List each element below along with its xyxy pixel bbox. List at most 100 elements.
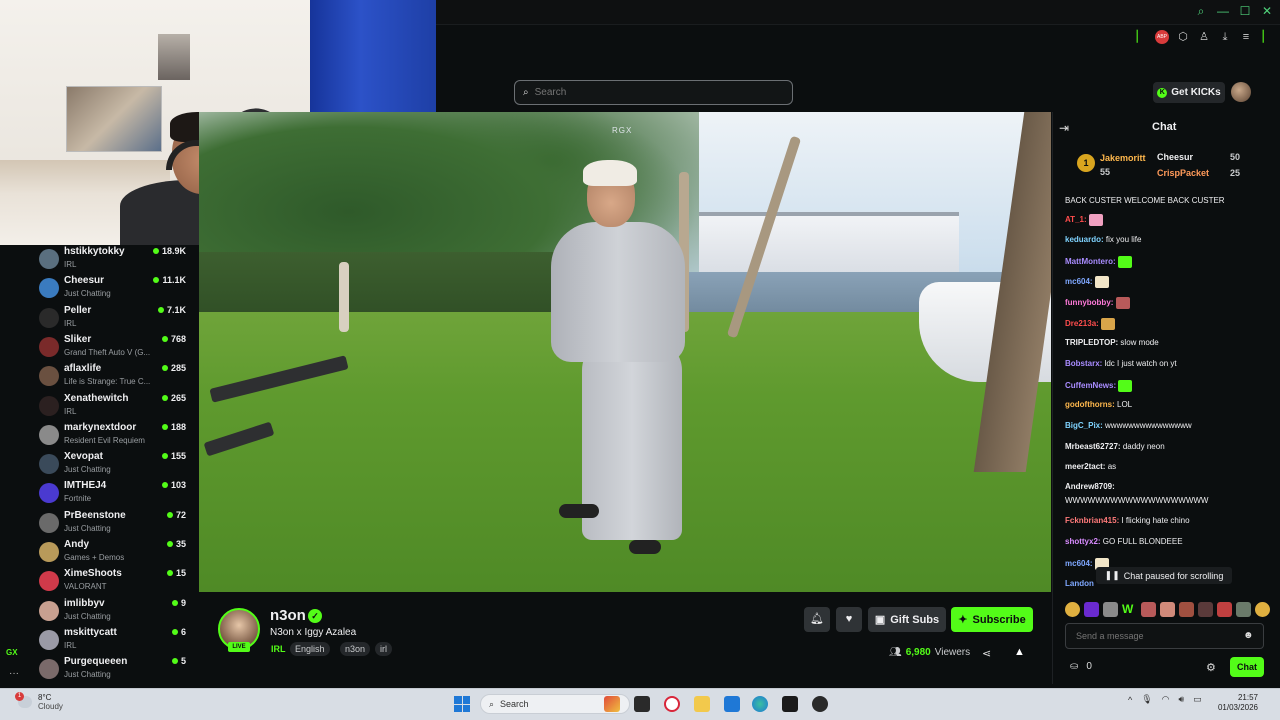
adblock-icon[interactable]: ABP	[1155, 30, 1169, 44]
volume-icon[interactable]: 🔊︎	[1179, 694, 1185, 705]
emote-icon[interactable]	[1198, 601, 1213, 617]
edge-icon[interactable]	[752, 696, 768, 712]
chat-username[interactable]: mc604:	[1065, 277, 1093, 286]
chat-username[interactable]: shottyx2:	[1065, 537, 1101, 546]
chat-message[interactable]: BACK CUSTER WELCOME BACK CUSTER	[1065, 196, 1270, 205]
chat-message-input[interactable]	[1076, 631, 1236, 641]
leaderboard-name[interactable]: CrispPacket	[1157, 168, 1209, 178]
chat-settings-icon[interactable]: ⚙	[1206, 661, 1216, 674]
task-view-icon[interactable]	[634, 696, 650, 712]
report-icon[interactable]: ▲	[1014, 646, 1025, 658]
get-kicks-button[interactable]: K Get KICKs	[1153, 82, 1225, 103]
chat-message[interactable]: mc604:	[1065, 276, 1270, 288]
minimize-icon[interactable]: —	[1216, 4, 1230, 18]
more-icon[interactable]: ···	[9, 668, 19, 679]
chat-username[interactable]: mc604:	[1065, 559, 1093, 568]
chat-username[interactable]: Mrbeast62727:	[1065, 442, 1121, 451]
profile-icon[interactable]: ♙	[1197, 30, 1211, 44]
search-bar[interactable]: ⌕	[514, 80, 793, 105]
chat-username[interactable]: AT_1:	[1065, 215, 1087, 224]
chat-message[interactable]: Mrbeast62727: daddy neon	[1065, 442, 1270, 451]
sidebar-channel[interactable]: IMTHEJ4 Fortnite 103	[30, 479, 199, 508]
sidebar-channel[interactable]: aflaxlife Life is Strange: True C... 285	[30, 362, 199, 391]
chat-message[interactable]: BigC_Pix: wwwwwwwwwwwwwww	[1065, 421, 1270, 430]
chat-username[interactable]: keduardo:	[1065, 235, 1104, 244]
user-avatar[interactable]	[1231, 82, 1251, 102]
chat-message[interactable]: MattMontero:	[1065, 256, 1270, 268]
emote-icon[interactable]	[1065, 601, 1080, 617]
puzzle-icon[interactable]: ⬡	[1176, 30, 1190, 44]
chat-message[interactable]: CuffemNews:	[1065, 380, 1270, 392]
maximize-icon[interactable]: ☐	[1238, 4, 1252, 18]
video-player[interactable]	[199, 112, 1051, 592]
chat-message[interactable]: keduardo: fix you life	[1065, 235, 1270, 244]
clock[interactable]: 21:57 01/03/2026	[1214, 693, 1258, 713]
chat-message[interactable]: Fcknbrian415: I flicking hate chino	[1065, 516, 1270, 525]
follow-button[interactable]: ♥	[836, 607, 862, 632]
chat-message[interactable]: AT_1:	[1065, 214, 1270, 226]
stream-category[interactable]: IRL	[271, 644, 286, 654]
chat-paused-banner[interactable]: ❚❚ Chat paused for scrolling	[1096, 567, 1232, 584]
chat-input-box[interactable]	[1065, 623, 1264, 649]
chat-message[interactable]: Bobstarx: ldc I just watch on yt	[1065, 359, 1270, 368]
wifi-icon[interactable]: ◠	[1162, 694, 1170, 705]
chat-username[interactable]: Andrew8709:	[1065, 482, 1115, 491]
search-input[interactable]	[534, 87, 765, 98]
stream-tag[interactable]: irl	[375, 642, 392, 656]
chat-message[interactable]: funnybobby:	[1065, 297, 1270, 309]
chat-message[interactable]: TRIPLEDTOP: slow mode	[1065, 338, 1270, 347]
chat-username[interactable]: Fcknbrian415:	[1065, 516, 1119, 525]
sidebar-channel[interactable]: Xevopat Just Chatting 155	[30, 450, 199, 479]
emote-icon[interactable]	[1179, 601, 1194, 617]
leaderboard-name[interactable]: Jakemoritt	[1100, 153, 1146, 163]
sidebar-channel[interactable]: PrBeenstone Just Chatting 72	[30, 509, 199, 538]
emote-icon[interactable]	[1236, 601, 1251, 617]
sidebar-channel[interactable]: Peller IRL 7.1K	[30, 304, 199, 333]
file-explorer-icon[interactable]	[694, 696, 710, 712]
sidebar-channel[interactable]: Purgequeeen Just Chatting 5	[30, 655, 199, 684]
battery-icon[interactable]: ▭	[1193, 694, 1202, 705]
store-icon[interactable]	[724, 696, 740, 712]
gift-subs-button[interactable]: ▣ Gift Subs	[868, 607, 946, 632]
chat-username[interactable]: BigC_Pix:	[1065, 421, 1103, 430]
channel-points[interactable]: ⛀ 0	[1070, 661, 1092, 672]
opera-gx-icon[interactable]	[664, 696, 680, 712]
collapse-chat-icon[interactable]: ⇥	[1059, 121, 1069, 135]
emote-icon[interactable]	[1255, 601, 1270, 617]
emote-icon[interactable]	[1141, 601, 1156, 617]
terminal-icon[interactable]	[782, 696, 798, 712]
chat-username[interactable]: godofthorns:	[1065, 400, 1115, 409]
leaderboard-name[interactable]: Cheesur	[1157, 152, 1193, 162]
sidebar-channel[interactable]: mskittycatt IRL 6	[30, 626, 199, 655]
chat-message[interactable]: WWWWWWWWWWWWWWWWWWW	[1065, 496, 1270, 505]
chat-username[interactable]: Landon	[1065, 579, 1094, 588]
sidebar-edge-icon[interactable]: ▏	[1260, 30, 1274, 44]
pinned-app-icon[interactable]	[604, 696, 620, 712]
emote-icon[interactable]: W	[1122, 602, 1137, 617]
emote-icon[interactable]	[1103, 601, 1118, 617]
download-icon[interactable]: ⤓	[1218, 30, 1232, 44]
app-icon[interactable]	[812, 696, 828, 712]
emote-icon[interactable]	[1160, 601, 1175, 617]
chat-username[interactable]: Dre213a:	[1065, 319, 1099, 328]
chat-send-button[interactable]: Chat	[1230, 657, 1264, 677]
chat-message[interactable]: Andrew8709:	[1065, 482, 1270, 491]
microphone-icon[interactable]: 🎙︎	[1141, 694, 1152, 705]
emote-icon[interactable]	[1217, 601, 1232, 617]
menu-icon[interactable]: ≡	[1239, 30, 1253, 44]
chat-message[interactable]: meer2tact: as	[1065, 462, 1270, 471]
close-icon[interactable]: ✕	[1260, 4, 1274, 18]
share-icon[interactable]: ⋖	[982, 647, 991, 660]
streamer-name[interactable]: n3on	[270, 607, 306, 624]
sidebar-channel[interactable]: Cheesur Just Chatting 11.1K	[30, 274, 199, 303]
stream-tag[interactable]: English	[290, 642, 330, 656]
stream-tag[interactable]: n3on	[340, 642, 371, 656]
chat-message[interactable]: Dre213a:	[1065, 318, 1270, 330]
chevron-up-icon[interactable]: ^	[1128, 695, 1132, 705]
sidebar-channel[interactable]: XimeShoots VALORANT 15	[30, 567, 199, 596]
start-button[interactable]	[454, 696, 470, 712]
sidebar-channel[interactable]: markynextdoor Resident Evil Requiem 188	[30, 421, 199, 450]
sidebar-channel[interactable]: imlibbyv Just Chatting 9	[30, 597, 199, 626]
weather-widget[interactable]: 1 8°C Cloudy	[15, 692, 63, 711]
chat-message[interactable]: shottyx2: GO FULL BLONDEEE	[1065, 537, 1270, 546]
